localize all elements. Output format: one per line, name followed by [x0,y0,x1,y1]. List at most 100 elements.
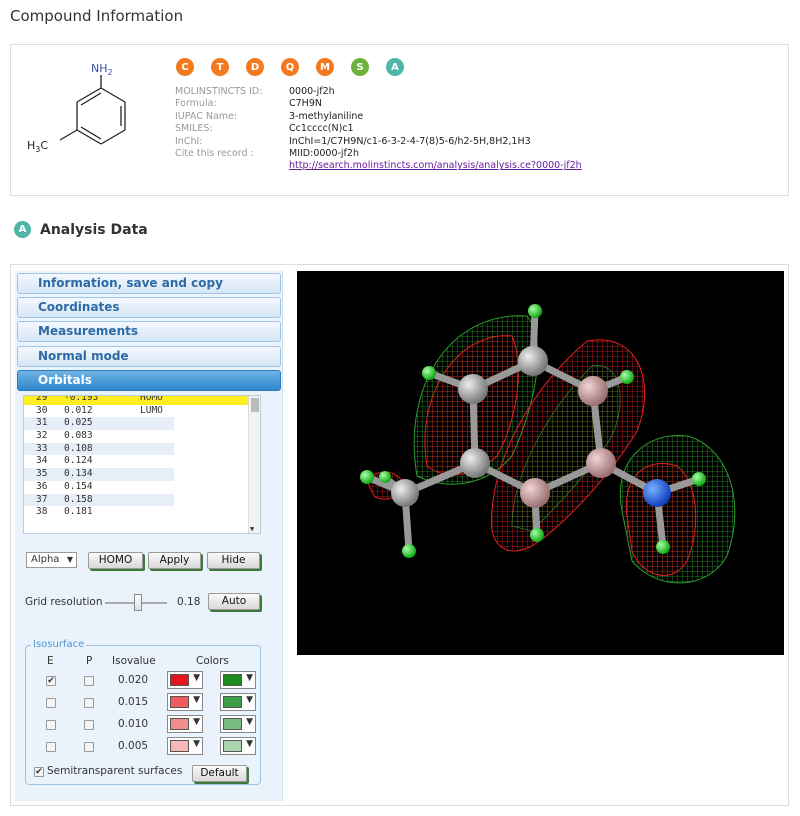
badge-q-icon[interactable]: Q [281,58,299,76]
p-checkbox[interactable] [84,720,94,730]
inchi-label: InChI: [175,135,203,147]
color-swatch [223,718,242,730]
inchi-value: InChI=1/C7H9N/c1-6-3-2-4-7(8)5-6/h2-5H,8… [289,135,531,147]
badge-s-icon[interactable]: S [351,58,369,76]
isosurface-legend: Isosurface [31,639,87,650]
id-label: MOLINSTINCTS ID: [175,86,263,97]
orbital-energy: 0.181 [64,506,93,518]
orbital-row[interactable]: 38 0.181 [24,506,260,519]
default-button[interactable]: Default [192,765,247,782]
orbital-idx: 33 [36,442,48,454]
chevron-down-icon: ▼ [246,717,253,727]
badge-a-icon[interactable]: A [386,58,404,76]
orbital-energy: 0.134 [64,468,93,480]
e-checkbox[interactable] [46,698,56,708]
positive-color-picker[interactable]: ▼ [167,737,203,755]
homo-button[interactable]: HOMO [88,552,143,569]
molecule-3d-viewer[interactable] [297,271,784,655]
color-swatch [170,674,189,686]
color-swatch [223,696,242,708]
negative-color-picker[interactable]: ▼ [220,693,256,711]
accordion-normal-mode[interactable]: Normal mode [17,346,281,367]
slider-thumb[interactable] [134,594,142,611]
scroll-down-icon[interactable]: ▼ [250,525,254,533]
chevron-down-icon: ▼ [246,695,253,705]
smiles-label: SMILES: [175,123,213,135]
apply-button[interactable]: Apply [148,552,201,569]
orbital-energy: 0.012 [64,404,93,416]
badge-c-icon[interactable]: C [176,58,194,76]
isosurface-group: Isosurface E P Isovalue Colors ✔ 0.020 ▼ ▼ 0… [25,639,261,785]
isovalue: 0.005 [118,740,149,752]
orbital-scrollbar[interactable]: ▼ [248,396,260,533]
grid-resolution-value: 0.18 [177,596,201,608]
compound-fields: MOLINSTINCTS ID: 0000-jf2h Formula: C7H9N … [175,86,582,173]
orbital-idx: 36 [36,480,48,492]
negative-color-picker[interactable]: ▼ [220,715,256,733]
p-checkbox[interactable] [84,676,94,686]
color-swatch [170,696,189,708]
accordion-orbitals[interactable]: Orbitals [17,370,281,391]
iupac-value: 3-methylaniline [289,110,364,122]
badge-d-icon[interactable]: D [246,58,264,76]
chevron-down-icon: ▼ [246,673,253,683]
orbital-energy: 0.025 [64,417,93,429]
negative-color-picker[interactable]: ▼ [220,737,256,755]
orbital-list[interactable]: 29 -0.193 HOMO 30 0.012 LUMO 31 0.025 32 0.083 33 0… [23,395,261,534]
scroll-thumb[interactable] [251,398,259,412]
e-checkbox[interactable] [46,742,56,752]
orbital-energy: 0.083 [64,430,93,442]
id-value: 0000-jf2h [289,86,335,97]
e-checkbox[interactable] [46,720,56,730]
chevron-down-icon: ▼ [193,717,200,727]
semitransparent-checkbox[interactable]: ✔ [34,767,44,777]
page-title: Compound Information [10,7,184,25]
orbital-row[interactable]: 32 0.083 [24,430,260,443]
section-title: Analysis Data [40,221,148,238]
orbital-row[interactable]: 35 0.134 [24,468,260,481]
orbital-row[interactable]: 31 0.025 [24,417,260,431]
orbital-row[interactable]: 34 0.124 [24,455,260,468]
orbital-row[interactable]: 33 0.108 [24,442,260,456]
orbital-row[interactable]: 29 -0.193 HOMO [24,395,260,405]
analysis-section-header: A Analysis Data [14,221,148,238]
color-swatch [170,718,189,730]
cite-link[interactable]: http://search.molinstincts.com/analysis/… [289,160,582,172]
hide-button[interactable]: Hide [207,552,260,569]
orbital-tag: HOMO [140,395,163,403]
orbital-row[interactable]: 30 0.012 LUMO [24,405,260,418]
orbital-energy: 0.124 [64,455,93,467]
chevron-down-icon: ▼ [193,673,200,683]
badge-m-icon[interactable]: M [316,58,334,76]
badge-t-icon[interactable]: T [211,58,229,76]
orbital-row[interactable]: 36 0.154 [24,481,260,494]
orbital-energy: 0.154 [64,480,93,492]
e-checkbox[interactable]: ✔ [46,676,56,686]
orbital-control-panel: Information, save and copy Coordinates M… [15,271,283,801]
formula-value: C7H9N [289,98,322,110]
col-isovalue-header: Isovalue [112,655,156,667]
accordion-coordinates[interactable]: Coordinates [17,297,281,318]
positive-color-picker[interactable]: ▼ [167,715,203,733]
positive-color-picker[interactable]: ▼ [167,693,203,711]
isovalue: 0.010 [118,718,149,730]
semitransparent-label: Semitransparent surfaces [47,765,183,777]
negative-color-picker[interactable]: ▼ [220,671,256,689]
spin-select[interactable]: Alpha ▼ [26,552,77,568]
p-checkbox[interactable] [84,742,94,752]
accordion-measurements[interactable]: Measurements [17,321,281,342]
accordion-information[interactable]: Information, save and copy [17,273,281,294]
analysis-badge-icon: A [14,221,31,238]
orbital-row[interactable]: 37 0.158 [24,493,260,507]
cite-label: Cite this record : [175,148,254,160]
col-colors-header: Colors [196,655,229,667]
orbital-idx: 31 [36,417,48,429]
p-checkbox[interactable] [84,698,94,708]
orbital-lobes [368,315,736,584]
color-swatch [223,674,242,686]
grid-resolution-label: Grid resolution [25,596,103,608]
positive-color-picker[interactable]: ▼ [167,671,203,689]
auto-button[interactable]: Auto [208,593,260,610]
isovalue: 0.020 [118,674,149,686]
smiles-value: Cc1cccc(N)c1 [289,123,354,135]
